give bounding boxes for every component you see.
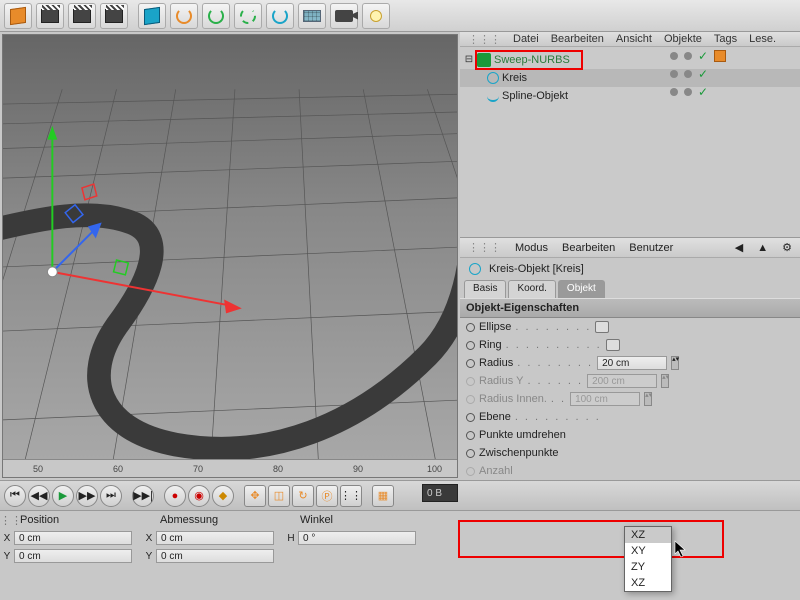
menu-objekte[interactable]: Objekte	[664, 33, 702, 45]
floor-tool[interactable]	[298, 3, 326, 29]
primitive-cube[interactable]	[138, 3, 166, 29]
param-key[interactable]: Ⓟ	[316, 485, 338, 507]
ruler-tick: 90	[353, 464, 363, 474]
pos-x[interactable]: 0 cm	[14, 531, 132, 545]
camera-tool[interactable]	[330, 3, 358, 29]
menu-datei[interactable]: Datei	[513, 33, 539, 45]
object-tree[interactable]: ⊟ Sweep-NURBS Kreis Spline-Objekt ✓ ✓ ✓	[460, 47, 800, 238]
next-key[interactable]: ▶▶|	[132, 485, 154, 507]
rot-h[interactable]: 0 °	[298, 531, 416, 545]
play-button[interactable]: ▶	[52, 485, 74, 507]
ellipse-checkbox[interactable]	[595, 321, 609, 333]
transport-bar: ⏮ ◀◀ ▶ ▶▶ ⏭ ▶▶| ● ◉ ◆ ✥ ◫ ↻ Ⓟ ⋮⋮ ▦ 0 B	[0, 480, 800, 510]
prop-ellipse: Ellipse. . . . . . . .	[460, 318, 800, 336]
main-toolbar	[0, 0, 800, 32]
ebene-dropdown[interactable]: XZ XY ZY XZ	[624, 526, 672, 592]
ring-checkbox[interactable]	[606, 339, 620, 351]
attr-modus[interactable]: Modus	[515, 242, 548, 254]
dropdown-option-xz[interactable]: XZ	[625, 527, 671, 543]
menu-bearbeiten[interactable]: Bearbeiten	[551, 33, 604, 45]
expand-icon[interactable]: ⊟	[464, 55, 474, 65]
section-header: Objekt-Eigenschaften	[460, 298, 800, 318]
film1-tool[interactable]	[36, 3, 64, 29]
prop-ring: Ring. . . . . . . . . .	[460, 336, 800, 354]
ruler-tick: 80	[273, 464, 283, 474]
scale-key[interactable]: ◫	[268, 485, 290, 507]
attr-benutzer[interactable]: Benutzer	[629, 242, 673, 254]
step-fwd[interactable]: ▶▶	[76, 485, 98, 507]
dim-y[interactable]: 0 cm	[156, 549, 274, 563]
circle-icon	[487, 72, 499, 84]
ruler-tick: 70	[193, 464, 203, 474]
goto-start[interactable]: ⏮	[4, 485, 26, 507]
tab-objekt[interactable]: Objekt	[558, 280, 605, 298]
array-swirl[interactable]	[234, 3, 262, 29]
object-manager-menu: ⋮⋮⋮ Datei Bearbeiten Ansicht Objekte Tag…	[460, 32, 800, 47]
prop-radius: Radius. . . . . . . .20 cm▴▾	[460, 354, 800, 372]
autokey-button[interactable]: ◉	[188, 485, 210, 507]
col-winkel: Winkel	[294, 514, 434, 526]
prop-ebene: Ebene. . . . . . . . .	[460, 408, 800, 426]
dropdown-option-xy[interactable]: XY	[625, 543, 671, 559]
radius-input[interactable]: 20 cm	[597, 356, 667, 370]
menu-ansicht[interactable]: Ansicht	[616, 33, 652, 45]
sweep-icon	[477, 53, 491, 67]
nurbs-swirl[interactable]	[202, 3, 230, 29]
menu-tags[interactable]: Tags	[714, 33, 737, 45]
ruler-tick: 100	[427, 464, 442, 474]
frame-display[interactable]: 0 B	[422, 484, 458, 502]
ruler-tick: 60	[113, 464, 123, 474]
film3-tool[interactable]	[100, 3, 128, 29]
move-key[interactable]: ✥	[244, 485, 266, 507]
tab-basis[interactable]: Basis	[464, 280, 506, 298]
dropdown-option-xz2[interactable]: XZ	[625, 575, 671, 591]
tree-label: Spline-Objekt	[502, 90, 568, 102]
goto-end[interactable]: ⏭	[100, 485, 122, 507]
prop-anzahl: Anzahl	[460, 462, 800, 480]
attr-title: Kreis-Objekt [Kreis]	[489, 263, 584, 275]
attr-bearbeiten[interactable]: Bearbeiten	[562, 242, 615, 254]
viewport[interactable]: 50 60 70 80 90 100	[2, 34, 458, 478]
col-position: Position	[14, 514, 154, 526]
cursor-icon	[674, 540, 688, 558]
record-button[interactable]: ●	[164, 485, 186, 507]
spline-swirl[interactable]	[170, 3, 198, 29]
tag-icon[interactable]	[714, 50, 726, 62]
menu-lese[interactable]: Lese.	[749, 33, 776, 45]
pos-y[interactable]: 0 cm	[14, 549, 132, 563]
prop-zwischen: Zwischenpunkte	[460, 444, 800, 462]
circle-icon	[469, 263, 481, 275]
spline-icon	[487, 90, 499, 102]
deform-swirl[interactable]	[266, 3, 294, 29]
light-tool[interactable]	[362, 3, 390, 29]
dropdown-option-zy[interactable]: ZY	[625, 559, 671, 575]
prop-punkte: Punkte umdrehen	[460, 426, 800, 444]
col-abmessung: Abmessung	[154, 514, 294, 526]
layout1[interactable]: ▦	[372, 485, 394, 507]
pla-key[interactable]: ⋮⋮	[340, 485, 362, 507]
prop-radiusin: Radius Innen.. .100 cm▴▾	[460, 390, 800, 408]
tree-label: Sweep-NURBS	[494, 54, 570, 66]
film2-tool[interactable]	[68, 3, 96, 29]
dim-x[interactable]: 0 cm	[156, 531, 274, 545]
step-back[interactable]: ◀◀	[28, 485, 50, 507]
tree-label: Kreis	[502, 72, 527, 84]
key-button[interactable]: ◆	[212, 485, 234, 507]
attribute-manager: ⋮⋮⋮ Modus Bearbeiten Benutzer ◀▲⚙ Kreis-…	[460, 238, 800, 480]
cube-tool[interactable]	[4, 3, 32, 29]
tab-koord[interactable]: Koord.	[508, 280, 555, 298]
timeline-ruler[interactable]: 50 60 70 80 90 100	[3, 459, 457, 477]
prop-radiusy: Radius Y. . . . . .200 cm▴▾	[460, 372, 800, 390]
rot-key[interactable]: ↻	[292, 485, 314, 507]
ruler-tick: 50	[33, 464, 43, 474]
